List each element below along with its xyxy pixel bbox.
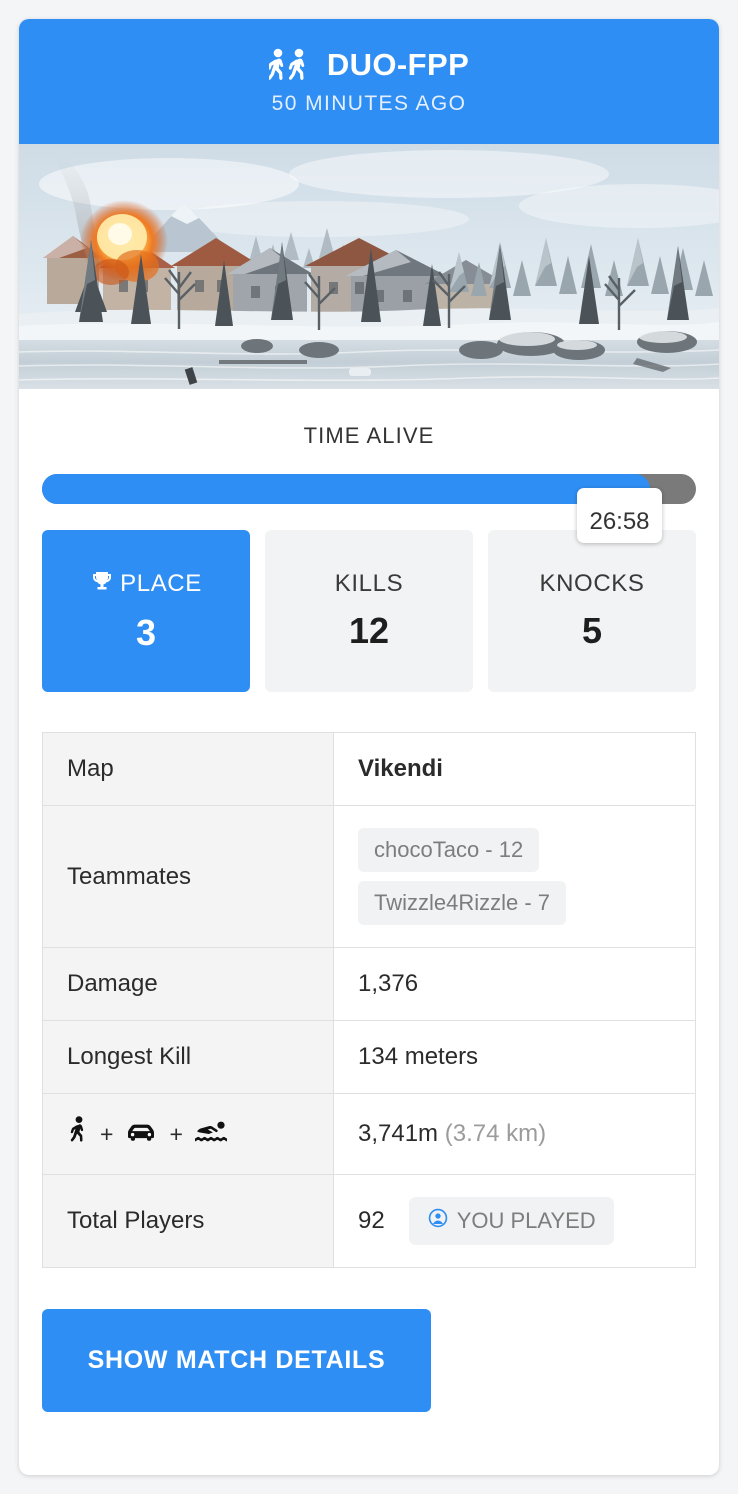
two-walkers-icon: [268, 48, 313, 82]
footer-actions: SHOW MATCH DETAILS: [19, 1268, 719, 1412]
row-value-damage: 1,376: [333, 947, 696, 1021]
teammate-tag[interactable]: Twizzle4Rizzle - 7: [358, 881, 567, 925]
stat-label-text: PLACE: [120, 570, 202, 597]
distance-meters: 3,741m: [358, 1120, 439, 1147]
row-label-longest-kill: Longest Kill: [42, 1020, 334, 1094]
table-row-map: Map Vikendi: [42, 732, 696, 806]
row-value-longest-kill: 134 meters: [333, 1020, 696, 1094]
stat-card-knocks[interactable]: KNOCKS 5: [488, 530, 696, 692]
show-match-details-button[interactable]: SHOW MATCH DETAILS: [42, 1309, 431, 1412]
person-circle-icon: [427, 1207, 449, 1235]
you-played-badge: YOU PLAYED: [408, 1197, 614, 1245]
table-row-damage: Damage 1,376: [42, 947, 696, 1021]
row-label-distance: + +: [42, 1093, 334, 1175]
stat-label-place: PLACE: [90, 569, 202, 600]
teammate-tag[interactable]: chocoTaco - 12: [358, 828, 540, 872]
time-alive-section: TIME ALIVE 26:58: [19, 389, 719, 543]
row-value-total-players: 92 YOU PLAYED: [333, 1174, 696, 1268]
trophy-icon: [90, 569, 114, 600]
stat-card-kills[interactable]: KILLS 12: [265, 530, 473, 692]
row-value-teammates: chocoTaco - 12 Twizzle4Rizzle - 7: [333, 805, 696, 948]
row-label-total-players: Total Players: [42, 1174, 334, 1268]
time-alive-tooltip: 26:58: [577, 488, 662, 543]
match-details-table: Map Vikendi Teammates chocoTaco - 12 Twi…: [42, 732, 696, 1268]
row-label-map: Map: [42, 732, 334, 806]
time-alive-label: TIME ALIVE: [303, 423, 435, 448]
row-value-map: Vikendi: [333, 732, 696, 806]
stat-label-knocks: KNOCKS: [539, 570, 645, 597]
stat-value-knocks: 5: [581, 610, 603, 651]
stat-card-place[interactable]: PLACE 3: [42, 530, 250, 692]
plus-separator-1: +: [100, 1120, 114, 1147]
row-label-teammates: Teammates: [42, 805, 334, 948]
you-played-label: YOU PLAYED: [456, 1208, 596, 1233]
match-hero-image: [19, 144, 719, 389]
table-row-total-players: Total Players 92 YOU PLAYED: [42, 1174, 696, 1268]
table-row-teammates: Teammates chocoTaco - 12 Twizzle4Rizzle …: [42, 805, 696, 948]
match-header: DUO-FPP 50 MINUTES AGO: [19, 19, 719, 144]
car-icon: [124, 1119, 158, 1149]
progress-fill: [42, 474, 651, 504]
stat-label-kills: KILLS: [334, 570, 404, 597]
row-value-distance: 3,741m (3.74 km): [333, 1093, 696, 1175]
match-mode-title: DUO-FPP: [268, 47, 470, 83]
stat-value-place: 3: [135, 611, 157, 653]
walk-icon: [67, 1116, 89, 1152]
match-mode-label: DUO-FPP: [326, 47, 470, 82]
row-label-damage: Damage: [42, 947, 334, 1021]
table-row-longest-kill: Longest Kill 134 meters: [42, 1020, 696, 1094]
distance-kilometers: (3.74 km): [444, 1120, 547, 1147]
time-alive-bar[interactable]: 26:58: [42, 474, 696, 543]
match-time-ago: 50 MINUTES AGO: [271, 92, 467, 115]
vikendi-scene: [19, 144, 719, 389]
table-row-distance: + + 3,741m (3.74 km): [42, 1093, 696, 1175]
plus-separator-2: +: [169, 1120, 183, 1147]
swim-icon: [194, 1119, 230, 1149]
stat-value-kills: 12: [348, 610, 390, 651]
match-summary-card: DUO-FPP 50 MINUTES AGO TIME ALIVE 26:58 …: [19, 19, 719, 1475]
total-players-count: 92: [358, 1207, 385, 1234]
